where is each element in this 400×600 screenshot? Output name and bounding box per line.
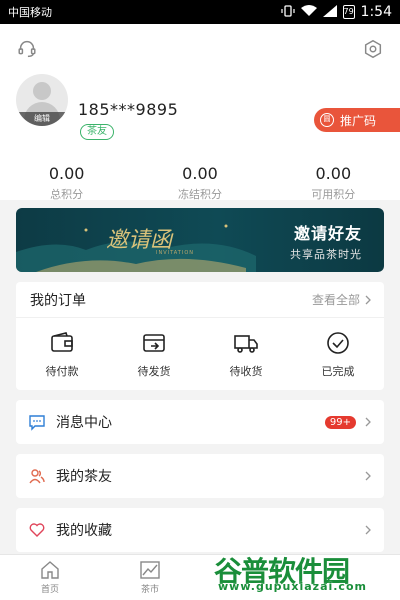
stat-label: 总积分 [50,188,84,201]
view-all-orders-link[interactable]: 查看全部 [312,291,372,308]
avatar[interactable]: 编辑 [16,74,68,126]
chevron-right-icon [365,471,371,481]
status-bar: 中国移动 79 1:54 [0,0,400,24]
promo-icon: 圆 [320,113,334,127]
orders-card: 我的订单 查看全部 待付款 待发货 待收货 已完成 [16,282,384,390]
orders-title: 我的订单 [30,292,86,309]
message-icon [29,415,45,431]
stat-value: 0.00 [48,164,85,183]
site-watermark: 谷普软件园 www.gupuxiazai.com [214,550,394,596]
wallet-icon [51,331,73,352]
stat-label: 可用积分 [311,188,356,201]
chevron-right-icon [365,295,371,304]
nav-home[interactable]: 首页 [0,555,100,600]
user-tag: 茶友 [80,124,114,140]
order-status-label: 待付款 [45,364,79,378]
order-pending-receipt[interactable]: 待收货 [200,318,292,390]
settings-icon[interactable] [362,38,384,68]
menu-label: 消息中心 [56,415,112,431]
orders-header: 我的订单 查看全部 [16,282,384,318]
invite-banner[interactable]: 邀请函 INVITATION 邀请好友 共享品茶时光 [16,208,384,272]
menu-my-favorites[interactable]: 我的收藏 [16,508,384,552]
stat-value: 0.00 [182,164,218,183]
stat-frozen-points[interactable]: 0.00 冻结积分 [133,164,266,202]
status-icons: 79 1:54 [280,4,392,20]
chevron-right-icon [365,525,371,535]
user-phone: 185***9895 [78,100,179,119]
profile-header: 编辑 185***9895 茶友 圆 推广码 0.00 总积分 0.00 冻结积… [0,24,400,202]
stat-value: 0.00 [315,164,352,183]
order-pending-shipment[interactable]: 待发货 [108,318,200,390]
nav-label: 茶市 [140,585,159,595]
heart-icon [29,523,45,537]
friends-icon [29,469,45,484]
check-circle-icon [327,331,349,354]
nav-tea-market[interactable]: 茶市 [100,555,200,600]
menu-label: 我的茶友 [56,469,112,485]
promo-label: 推广码 [340,113,377,128]
home-icon [41,561,59,579]
banner-title: 邀请好友 [293,224,362,243]
promo-code-button[interactable]: 圆 推广码 [314,108,400,132]
order-status-label: 待收货 [229,364,263,378]
carrier-label: 中国移动 [8,6,52,19]
card-send-icon [143,333,165,352]
menu-label: 我的收藏 [56,523,112,539]
menu-message-center[interactable]: 消息中心 99+ [16,400,384,444]
clock: 1:54 [360,4,392,20]
battery-icon: 79 [342,5,355,19]
stat-label: 冻结积分 [177,188,222,201]
order-completed[interactable]: 已完成 [292,318,384,390]
stat-total-points[interactable]: 0.00 总积分 [0,164,133,202]
view-all-label: 查看全部 [311,293,360,307]
banner-subtitle: 共享品茶时光 [290,248,362,261]
order-status-label: 已完成 [321,364,355,378]
headset-icon[interactable] [16,38,38,68]
unread-badge: 99+ [324,415,356,429]
signal-icon [322,4,337,20]
watermark-sub: www.gupuxiazai.com [218,580,367,593]
order-status-label: 待发货 [137,364,171,378]
chart-icon [140,561,160,579]
nav-label: 首页 [40,585,59,595]
wifi-icon [300,4,317,20]
chevron-right-icon [365,417,371,427]
points-stats: 0.00 总积分 0.00 冻结积分 0.00 可用积分 [0,164,400,202]
avatar-edit-label[interactable]: 编辑 [16,112,68,126]
order-pending-payment[interactable]: 待付款 [16,318,108,390]
menu-my-tea-friends[interactable]: 我的茶友 [16,454,384,498]
vibrate-icon [280,4,295,20]
truck-icon [234,334,258,353]
stat-available-points[interactable]: 0.00 可用积分 [267,164,400,202]
banner-calligraphy-sub: INVITATION [156,250,195,256]
